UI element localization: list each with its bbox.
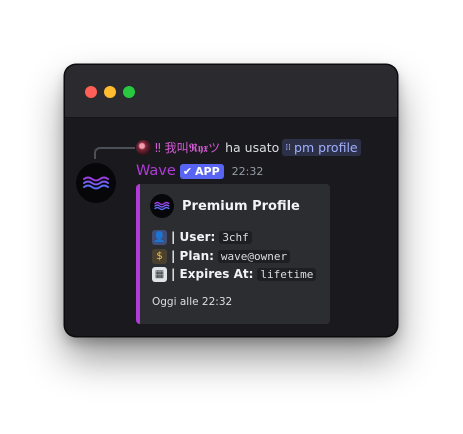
maximize-window-button[interactable] [123, 86, 135, 98]
bot-avatar[interactable] [76, 163, 116, 203]
message-header: Wave ✔ APP 22:32 [136, 161, 263, 181]
calendar-icon: ▦ [152, 266, 167, 282]
field-value: 3chf [219, 230, 252, 244]
slash-command-icon: ⁞⁞ [285, 142, 292, 153]
app-badge: ✔ APP [179, 163, 224, 179]
slash-command-name: pm profile [294, 140, 358, 155]
reply-user-avatar[interactable] [136, 140, 151, 155]
bust-in-silhouette-icon: 👤 [152, 229, 167, 245]
minimize-window-button[interactable] [104, 86, 116, 98]
money-bag-icon: $ [152, 248, 167, 264]
wave-logo-icon [83, 176, 109, 190]
field-label: | Expires At: [171, 267, 254, 281]
wave-logo-icon [154, 201, 170, 211]
embed-title: Premium Profile [182, 198, 300, 214]
field-value: lifetime [257, 267, 317, 281]
field-label: | User: [171, 230, 216, 244]
embed-field-expires: ▦ | Expires At: lifetime [152, 266, 317, 282]
embed-author-avatar [150, 194, 174, 218]
title-bar [65, 65, 397, 118]
verified-check-icon: ✔ [182, 164, 193, 178]
bot-username[interactable]: Wave [136, 163, 176, 179]
message-timestamp[interactable]: 22:32 [232, 165, 264, 178]
embed-field-user: 👤 | User: 3chf [152, 229, 252, 245]
embed-footer: Oggi alle 22:32 [152, 296, 233, 308]
command-reply-context[interactable]: ‼ 我叫𝕽𝖞𝖝ツ ha usato ⁞⁞ pm profile [136, 139, 361, 156]
discord-window: ‼ 我叫𝕽𝖞𝖝ツ ha usato ⁞⁞ pm profile Wave ✔ A… [65, 65, 397, 336]
embed-field-plan: $ | Plan: wave@owner [152, 248, 291, 264]
field-value: wave@owner [217, 249, 291, 263]
app-badge-label: APP [195, 164, 220, 178]
close-window-button[interactable] [85, 86, 97, 98]
embed-card: Premium Profile 👤 | User: 3chf $ | Plan:… [136, 184, 330, 324]
slash-command-mention[interactable]: ⁞⁞ pm profile [282, 139, 361, 156]
reply-connector [94, 147, 135, 159]
embed-author: Premium Profile [150, 194, 300, 218]
field-label: | Plan: [171, 249, 214, 263]
reply-username[interactable]: ‼ 我叫𝕽𝖞𝖝ツ [155, 139, 220, 156]
reply-action-text: ha usato [225, 140, 280, 155]
